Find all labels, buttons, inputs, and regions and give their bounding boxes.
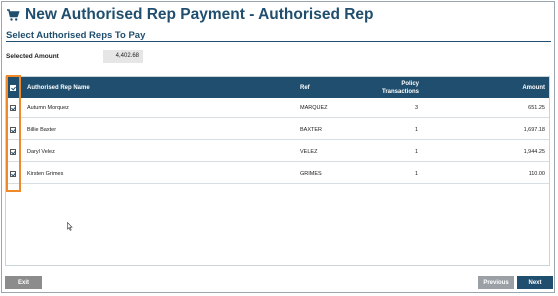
row-checkbox[interactable] [10,127,16,133]
page-title: New Authorised Rep Payment - Authorised … [6,5,374,25]
row-checkbox[interactable] [10,171,16,177]
rep-transactions: 3 [415,105,419,111]
col-header-policy-line2: Transactions [381,88,419,95]
mouse-cursor-icon [67,222,73,231]
next-button[interactable]: Next [517,276,553,289]
rep-name: Autumn Morquez [27,105,69,111]
col-header-name[interactable]: Authorised Rep Name [27,77,90,98]
rep-name: Daryl Velez [27,149,55,155]
table-header: Authorised Rep Name Ref Policy Transacti… [6,77,549,98]
exit-button[interactable]: Exit [5,276,42,289]
rep-transactions: 1 [415,127,419,133]
checkbox-icon[interactable] [10,84,16,91]
cart-icon [6,8,20,22]
col-header-policy-transactions[interactable]: Policy Transactions [369,77,419,98]
rep-amount: 1,697.18 [523,127,545,133]
table-row[interactable]: Kirsten Grimes GRIMES 1 110.00 [6,164,549,184]
previous-button[interactable]: Previous [478,276,514,289]
table-row[interactable]: Daryl Velez VELEZ 1 1,944.25 [6,142,549,162]
select-all-checkbox[interactable] [10,77,16,98]
section-title: Select Authorised Reps To Pay [6,30,146,41]
rep-name: Billie Baxter [27,127,57,133]
col-header-amount[interactable]: Amount [522,77,545,98]
selected-amount-value: 4,402.68 [103,50,143,63]
rep-name: Kirsten Grimes [27,171,64,177]
table-row[interactable]: Autumn Morquez MARQUEZ 3 651.25 [6,98,549,118]
rep-ref: BAXTER [300,127,323,133]
rep-ref: VELEZ [300,149,318,155]
section-divider [6,41,551,42]
rep-transactions: 1 [415,149,419,155]
selected-amount-label: Selected Amount [6,53,59,60]
rep-ref: MARQUEZ [300,105,328,111]
col-header-ref[interactable]: Ref [300,77,310,98]
rep-ref: GRIMES [300,171,322,177]
rep-transactions: 1 [415,171,419,177]
row-checkbox[interactable] [10,105,16,111]
row-checkbox[interactable] [10,149,16,155]
rep-amount: 1,944.25 [523,149,545,155]
col-header-policy-line1: Policy [401,80,419,87]
rep-amount: 110.00 [528,171,545,177]
authorised-reps-table: Authorised Rep Name Ref Policy Transacti… [5,76,550,266]
rep-amount: 651.25 [528,105,545,111]
table-row[interactable]: Billie Baxter BAXTER 1 1,697.18 [6,120,549,140]
page-title-text: New Authorised Rep Payment - Authorised … [25,6,374,23]
